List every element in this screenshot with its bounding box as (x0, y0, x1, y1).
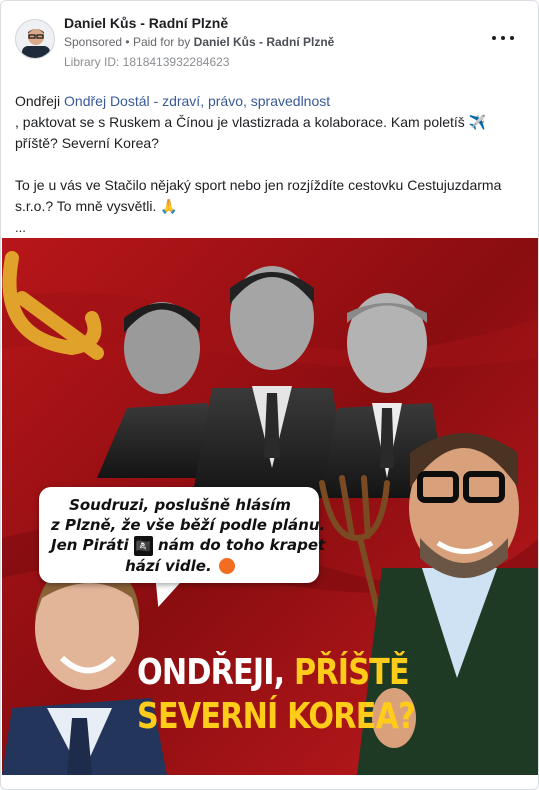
ad-card: Daniel Kůs - Radní Plzně Sponsored • Pai… (0, 0, 539, 790)
pirate-flag-icon: 🏴‍☠️ (133, 535, 153, 556)
avatar[interactable] (15, 19, 55, 59)
post-paragraph-1: Ondřeji Ondřej Dostál - zdraví, právo, s… (15, 91, 530, 154)
headline: ONDŘEJI, PŘÍŠTĚ SEVERNÍ KOREA? (137, 651, 416, 739)
ad-header: Daniel Kůs - Radní Plzně Sponsored • Pai… (15, 15, 524, 71)
bubble-line-3b: nám do toho krapet (158, 536, 326, 554)
headline-yellow-1: PŘÍŠTĚ (294, 652, 410, 693)
post-line-1: , paktovat se s Ruskem a Čínou je vlasti… (15, 114, 487, 151)
headline-line-1: ONDŘEJI, PŘÍŠTĚ (137, 651, 410, 695)
speech-bubble: Soudruzi, poslušně hlásím z Plzně, že vš… (39, 487, 326, 583)
page-name[interactable]: Daniel Kůs - Radní Plzně (64, 15, 228, 31)
headline-white: ONDŘEJI, (137, 652, 285, 693)
bubble-line-1: Soudruzi, poslušně hlásím (69, 496, 291, 514)
more-options-button[interactable] (492, 31, 514, 45)
bubble-line-4: hází vidle. (51, 556, 309, 576)
sponsored-label: Sponsored (64, 35, 123, 49)
bubble-line-4-text: hází vidle. (125, 556, 212, 575)
paid-for-name: Daniel Kůs - Radní Plzně (193, 35, 335, 49)
greeting: Ondřeji (15, 93, 61, 109)
see-more-ellipsis[interactable]: ... (15, 217, 530, 238)
sponsored-line: Sponsored • Paid for by Daniel Kůs - Rad… (64, 35, 334, 49)
separator-dot: • (125, 35, 133, 49)
more-horizontal-icon (492, 36, 496, 40)
mention-link[interactable]: Ondřej Dostál - zdraví, právo, spravedln… (64, 93, 330, 109)
more-horizontal-icon-dot (510, 36, 514, 40)
bubble-line-3a: Jen Piráti (51, 536, 129, 554)
post-text: Ondřeji Ondřej Dostál - zdraví, právo, s… (15, 91, 530, 238)
avatar-portrait (16, 20, 54, 58)
bubble-line-3: Jen Piráti 🏴‍☠️ nám do toho krapet (51, 535, 325, 556)
more-horizontal-icon-dot (501, 36, 505, 40)
paid-for-prefix: Paid for by (132, 35, 191, 49)
library-id: Library ID: 1818413932284623 (64, 55, 230, 69)
headline-yellow-2: SEVERNÍ KOREA? (137, 696, 416, 737)
bubble-line-2: z Plzně, že vše běží podle plánu. (51, 516, 326, 534)
angry-face-icon (218, 558, 235, 574)
post-line-2: To je u vás ve Stačilo nějaký sport nebo… (15, 177, 502, 214)
